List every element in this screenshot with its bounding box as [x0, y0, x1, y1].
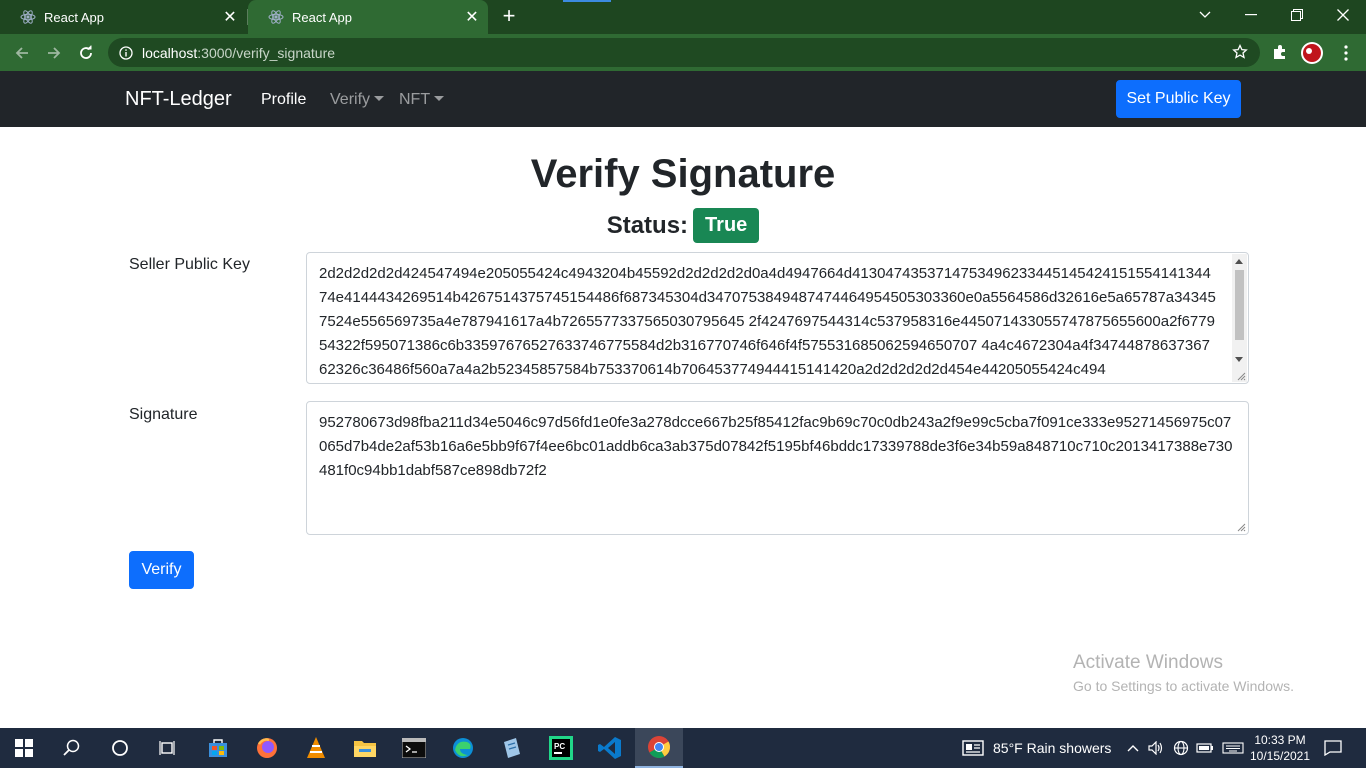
reload-icon[interactable]	[72, 39, 100, 67]
tab-indicator	[563, 0, 611, 2]
file-explorer-icon[interactable]	[341, 728, 389, 768]
volume-icon[interactable]	[1147, 739, 1165, 757]
nav-link-profile[interactable]: Profile	[261, 91, 306, 109]
vlc-icon[interactable]	[292, 728, 340, 768]
forward-arrow-icon[interactable]	[40, 39, 68, 67]
url-text: localhost:3000/verify_signature	[142, 44, 336, 61]
set-public-key-button[interactable]: Set Public Key	[1116, 80, 1241, 118]
pycharm-icon[interactable]: PC	[537, 728, 585, 768]
activate-windows-watermark: Activate Windows Go to Settings to activ…	[1073, 652, 1294, 694]
watermark-subtitle: Go to Settings to activate Windows.	[1073, 678, 1294, 694]
browser-tab-2[interactable]: React App ✕	[248, 0, 488, 34]
public-key-value: 2d2d2d2d2d424547494e205055424c4943204b45…	[319, 265, 1216, 378]
chevron-up-icon[interactable]	[1124, 739, 1142, 757]
info-icon[interactable]	[119, 45, 133, 60]
cortana-icon[interactable]	[96, 728, 144, 768]
signature-value: 952780673d98fba211d34e5046c97d56fd1e0fe3…	[319, 414, 1233, 479]
restore-icon[interactable]	[1274, 0, 1320, 30]
caret-down-icon	[434, 96, 445, 101]
tab-search-icon[interactable]	[1182, 0, 1228, 30]
page-title: Verify Signature	[530, 152, 836, 196]
nav-dropdown-label: NFT	[399, 91, 431, 108]
network-globe-icon[interactable]	[1172, 739, 1190, 757]
nav-dropdown-verify[interactable]: Verify	[330, 91, 385, 109]
navbar-brand[interactable]: NFT-Ledger	[125, 88, 232, 111]
react-icon	[268, 10, 284, 24]
verify-button[interactable]: Verify	[129, 551, 194, 589]
svg-text:PC: PC	[554, 742, 565, 751]
browser-tab-bar: React App ✕ React App ✕ +	[0, 0, 1366, 34]
terminal-icon[interactable]	[390, 728, 438, 768]
store-icon[interactable]	[194, 728, 242, 768]
public-key-label: Seller Public Key	[129, 256, 250, 273]
back-arrow-icon[interactable]	[8, 39, 36, 67]
bookmark-star-icon[interactable]	[1232, 44, 1248, 60]
scroll-thumb[interactable]	[1235, 270, 1244, 340]
scroll-up-arrow-icon[interactable]	[1235, 259, 1243, 264]
firefox-icon[interactable]	[243, 728, 291, 768]
notepad-icon[interactable]	[488, 728, 536, 768]
browser-toolbar: localhost:3000/verify_signature	[0, 34, 1366, 71]
status-badge: True	[693, 208, 760, 243]
address-bar[interactable]: localhost:3000/verify_signature	[108, 38, 1260, 67]
minimize-icon[interactable]	[1228, 0, 1274, 30]
resize-grip-icon[interactable]	[1237, 372, 1246, 381]
status-row: Status: True	[0, 208, 1366, 243]
notifications-icon[interactable]	[1324, 739, 1342, 757]
tab-title: React App	[292, 9, 352, 25]
extensions-puzzle-icon[interactable]	[1270, 43, 1290, 63]
app-navbar: NFT-Ledger Profile Verify NFT Set Public…	[0, 71, 1366, 127]
caret-down-icon	[374, 96, 385, 101]
nav-dropdown-label: Verify	[330, 91, 371, 108]
close-icon[interactable]: ✕	[222, 9, 238, 26]
browser-tab-1[interactable]: React App ✕	[0, 0, 246, 34]
news-icon[interactable]	[962, 739, 984, 757]
signature-textarea[interactable]: 952780673d98fba211d34e5046c97d56fd1e0fe3…	[306, 401, 1249, 535]
battery-icon[interactable]	[1196, 739, 1214, 757]
edge-icon[interactable]	[439, 728, 487, 768]
clock-time: 10:33 PM	[1254, 733, 1306, 747]
windows-start-icon[interactable]	[0, 728, 48, 768]
close-icon[interactable]: ✕	[464, 9, 480, 26]
keyboard-icon[interactable]	[1222, 739, 1244, 757]
windows-taskbar: PC 85°F Rain showers 10:33 PM 10/15/2021	[0, 728, 1366, 768]
tab-title: React App	[44, 9, 104, 25]
profile-avatar[interactable]	[1300, 41, 1324, 65]
chrome-icon[interactable]	[635, 728, 683, 768]
react-icon	[20, 10, 36, 24]
kebab-menu-icon[interactable]	[1336, 43, 1356, 63]
resize-grip-icon[interactable]	[1237, 523, 1246, 532]
scrollbar[interactable]	[1232, 254, 1247, 382]
close-window-icon[interactable]	[1320, 0, 1366, 30]
weather-text[interactable]: 85°F Rain showers	[993, 740, 1111, 756]
search-icon[interactable]	[48, 728, 96, 768]
system-clock[interactable]: 10:33 PM 10/15/2021	[1246, 732, 1314, 764]
vscode-icon[interactable]	[586, 728, 634, 768]
status-label: Status:	[606, 211, 689, 239]
clock-date: 10/15/2021	[1249, 749, 1311, 763]
nav-dropdown-nft[interactable]: NFT	[399, 91, 445, 109]
scroll-down-arrow-icon[interactable]	[1235, 357, 1243, 362]
public-key-textarea[interactable]: 2d2d2d2d2d424547494e205055424c4943204b45…	[306, 252, 1249, 384]
signature-label: Signature	[129, 406, 198, 423]
watermark-title: Activate Windows	[1073, 652, 1223, 673]
new-tab-button[interactable]: +	[498, 5, 520, 28]
task-view-icon[interactable]	[144, 728, 192, 768]
